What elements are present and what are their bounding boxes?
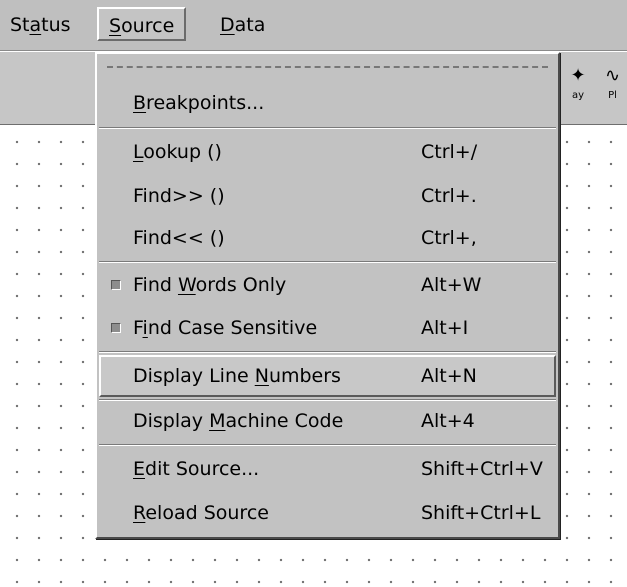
menu-source-mnemonic: S — [109, 15, 122, 37]
menu-data-mnemonic: D — [220, 14, 235, 36]
menu-item-text: Display Line — [133, 365, 255, 387]
menu-separator — [99, 261, 556, 263]
menu-item-find-words-only[interactable]: Find Words Only Alt+W — [99, 264, 556, 306]
mnemonic-letter: B — [133, 92, 147, 114]
menu-item-label: Lookup () — [133, 131, 222, 173]
shortcut-edit-source: Shift+Ctrl+V — [421, 458, 543, 480]
shortcut-display-machine-code: Alt+4 — [421, 410, 475, 432]
menu-item-text: Find — [133, 274, 178, 296]
menu-item-lookup[interactable]: Lookup () Ctrl+/ — [99, 131, 556, 173]
menu-item-find-backward[interactable]: Find<< () Ctrl+, — [99, 217, 556, 259]
menu-item-label: Find Case Sensitive — [133, 307, 317, 349]
menu-item-text: nd Case Sensitive — [147, 317, 318, 339]
menu-item-find-case-sensitive[interactable]: Find Case Sensitive Alt+I — [99, 307, 556, 349]
menu-item-display-machine-code[interactable]: Display Machine Code Alt+4 — [99, 400, 556, 442]
menu-item-text: eload Source — [145, 502, 269, 524]
mnemonic-letter: E — [133, 458, 146, 480]
display-tool-label: ay — [571, 90, 585, 101]
menu-item-text: Find>> () — [133, 185, 225, 207]
shortcut-find-forward: Ctrl+. — [421, 185, 477, 207]
mnemonic-letter: M — [209, 410, 226, 432]
plot-tool-button[interactable]: ∿ Pl — [598, 62, 627, 116]
shortcut-display-line-numbers: Alt+N — [421, 365, 477, 387]
menu-separator — [99, 351, 556, 353]
menu-status-text-rest: tus — [41, 14, 71, 36]
menu-source[interactable]: Source — [97, 7, 187, 41]
menu-item-text: umbers — [268, 365, 341, 387]
menu-item-text: achine Code — [225, 410, 344, 432]
menu-separator — [99, 127, 556, 129]
checkbox-icon — [111, 323, 121, 333]
shortcut-find-words-only: Alt+W — [421, 274, 482, 296]
menu-item-text: Display — [133, 410, 210, 432]
menu-item-text: dit Source... — [145, 458, 260, 480]
menu-data[interactable]: Data — [210, 8, 275, 42]
display-tool-button[interactable]: ✦ ay — [558, 62, 598, 116]
plot-icon: ∿ — [604, 65, 621, 86]
menu-separator — [99, 444, 556, 446]
menu-item-reload-source[interactable]: Reload Source Shift+Ctrl+L — [99, 492, 556, 534]
shortcut-find-case-sensitive: Alt+I — [421, 317, 469, 339]
menu-item-breakpoints[interactable]: Breakpoints... — [99, 82, 556, 124]
menu-item-display-line-numbers[interactable]: Display Line Numbers Alt+N — [99, 355, 556, 397]
menu-item-label: Breakpoints... — [133, 82, 264, 124]
menu-item-text: reakpoints... — [146, 92, 265, 114]
menu-item-label: Find Words Only — [133, 264, 286, 306]
mnemonic-letter: N — [254, 365, 269, 387]
mnemonic-letter: W — [177, 274, 196, 296]
menu-item-label: Reload Source — [133, 492, 269, 534]
menubar: Status Source Data — [0, 0, 627, 51]
shortcut-reload-source: Shift+Ctrl+L — [421, 502, 541, 524]
menu-item-edit-source[interactable]: Edit Source... Shift+Ctrl+V — [99, 448, 556, 490]
menu-status[interactable]: Status — [0, 8, 81, 42]
mnemonic-letter: R — [133, 502, 146, 524]
menu-item-label: Find<< () — [133, 217, 225, 259]
menu-source-text-rest: ource — [121, 15, 175, 37]
tearoff-line[interactable] — [107, 66, 548, 68]
menu-item-text: Find<< () — [133, 227, 225, 249]
menu-item-find-forward[interactable]: Find>> () Ctrl+. — [99, 175, 556, 217]
plot-tool-label: Pl — [608, 90, 617, 101]
menu-item-text: F — [133, 317, 143, 339]
menu-item-text: ookup () — [143, 141, 222, 163]
display-icon: ✦ — [570, 65, 586, 86]
menu-item-label: Edit Source... — [133, 448, 259, 490]
menu-item-label: Find>> () — [133, 175, 225, 217]
source-dropdown-menu: Breakpoints... Lookup () Ctrl+/ Find>> (… — [95, 52, 560, 539]
menu-item-label: Display Line Numbers — [133, 357, 341, 395]
menu-status-mnemonic: a — [29, 14, 42, 36]
checkbox-icon — [111, 280, 121, 290]
shortcut-lookup: Ctrl+/ — [421, 141, 478, 163]
menu-item-text: ords Only — [195, 274, 287, 296]
menu-data-text-rest: ata — [234, 14, 266, 36]
menu-status-text: St — [10, 14, 30, 36]
mnemonic-letter: L — [133, 141, 144, 163]
menu-item-label: Display Machine Code — [133, 400, 343, 442]
shortcut-find-backward: Ctrl+, — [421, 227, 477, 249]
